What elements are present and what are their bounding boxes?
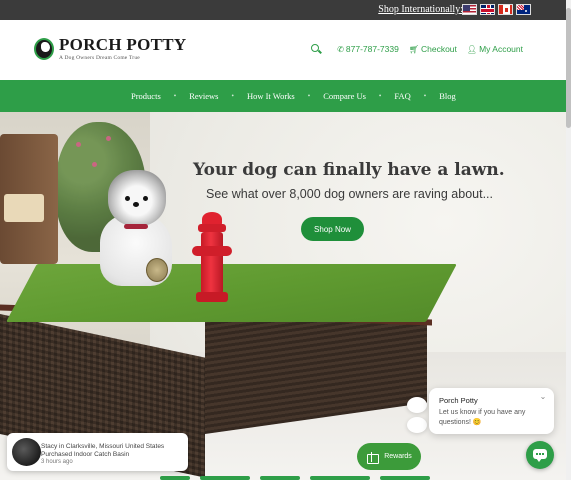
shop-internationally-label[interactable]: Shop Internationally: — [378, 4, 463, 15]
checkout-label: Checkout — [420, 44, 457, 54]
nav-separator: • — [173, 92, 177, 100]
notification-product: Purchased Indoor Catch Basin — [41, 451, 130, 458]
phone-link[interactable]: ✆ 877-787-7339 — [337, 44, 399, 54]
flag-list — [462, 4, 531, 15]
notification-customer: Stacy in Clarksville, Missouri United St… — [41, 443, 165, 450]
site-header: PORCH POTTY A Dog Owners Dream Come True… — [0, 20, 571, 80]
nav-item-compare-us[interactable]: Compare Us — [323, 91, 366, 101]
nav-item-blog[interactable]: Blog — [439, 91, 456, 101]
header-actions: ✆ 877-787-7339 🛒︎ Checkout 👤︎ My Account — [311, 44, 523, 54]
phone-number: 877-787-7339 — [345, 44, 399, 54]
nav-item-faq[interactable]: FAQ — [394, 91, 410, 101]
fire-hydrant-image — [192, 212, 232, 312]
chat-popup[interactable]: Porch Potty Let us know if you have any … — [429, 388, 554, 434]
rewards-button[interactable]: Rewards — [357, 443, 421, 470]
scrollbar-thumb[interactable] — [566, 8, 571, 128]
nav-item-products[interactable]: Products — [131, 91, 161, 101]
purchase-notification[interactable]: Stacy in Clarksville, Missouri United St… — [7, 433, 188, 471]
canada-flag-icon[interactable] — [498, 4, 513, 15]
account-label: My Account — [479, 44, 523, 54]
nav-separator: • — [378, 92, 382, 100]
main-nav: Products • Reviews • How It Works • Comp… — [0, 80, 571, 112]
australia-flag-icon[interactable] — [516, 4, 531, 15]
product-badge-icon — [146, 258, 168, 282]
top-bar: Shop Internationally: — [0, 0, 571, 20]
us-flag-icon[interactable] — [462, 4, 477, 15]
gift-icon — [366, 451, 380, 464]
logo[interactable]: PORCH POTTY A Dog Owners Dream Come True — [34, 36, 187, 62]
uk-flag-icon[interactable] — [480, 4, 495, 15]
chat-sender-name: Porch Potty — [439, 396, 478, 405]
logo-tagline: A Dog Owners Dream Come True — [59, 55, 140, 61]
phone-icon: ✆ — [337, 44, 344, 54]
next-section-heading-partial — [160, 470, 440, 480]
hero-subheading: See what over 8,000 dog owners are ravin… — [206, 187, 493, 201]
chat-avatar-placeholder — [407, 397, 427, 413]
chevron-down-icon[interactable]: ⌄ — [538, 392, 548, 402]
chat-avatar-placeholder — [407, 417, 427, 433]
nav-separator: • — [307, 92, 311, 100]
cart-icon: 🛒︎ — [408, 44, 419, 54]
account-link[interactable]: 👤︎ My Account — [467, 44, 523, 54]
nav-item-how-it-works[interactable]: How It Works — [247, 91, 295, 101]
dog-image — [88, 164, 188, 294]
dog-logo-icon — [34, 36, 56, 62]
logo-title: PORCH POTTY — [59, 35, 187, 54]
hero-heading: Your dog can finally have a lawn. — [193, 160, 505, 180]
checkout-link[interactable]: 🛒︎ Checkout — [409, 44, 457, 54]
nav-separator: • — [231, 92, 234, 100]
search-icon[interactable] — [311, 44, 321, 54]
product-thumbnail — [12, 438, 41, 466]
nav-item-reviews[interactable]: Reviews — [189, 91, 218, 101]
notification-time: 3 hours ago — [41, 459, 73, 465]
rewards-label: Rewards — [384, 453, 412, 460]
user-icon: 👤︎ — [466, 44, 478, 54]
chat-launcher-button[interactable] — [526, 441, 554, 469]
nav-separator: • — [423, 92, 427, 100]
patio-chair-image — [0, 134, 58, 264]
shop-now-button[interactable]: Shop Now — [301, 217, 364, 241]
chat-message: Let us know if you have any questions! 😊 — [439, 409, 526, 426]
